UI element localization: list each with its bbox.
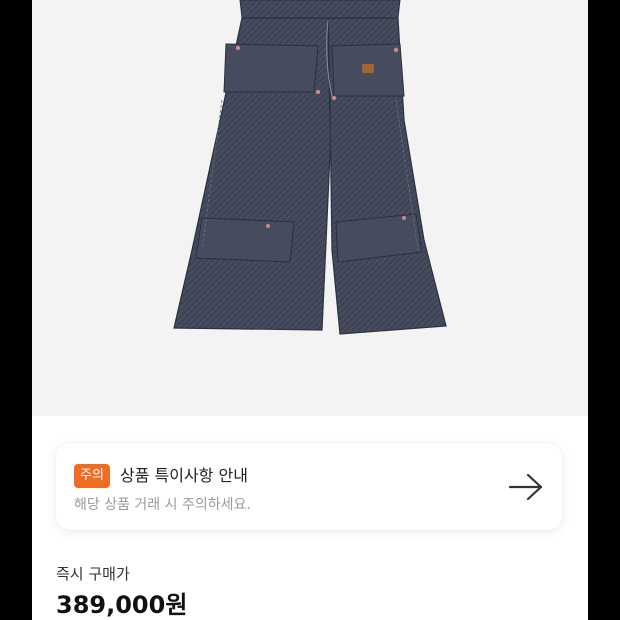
denim-pants-illustration [173,0,447,335]
instant-buy-price-label: 즉시 구매가 [56,565,130,583]
instant-buy-price-value: 389,000원 [56,591,188,619]
notice-title: 상품 특이사항 안내 [120,466,248,485]
arrow-right-icon[interactable] [508,472,544,502]
notice-description: 해당 상품 거래 시 주의하세요. [74,497,251,513]
product-image[interactable] [32,0,588,416]
caution-badge: 주의 [74,464,110,488]
product-detail-screen: 주의 상품 특이사항 안내 해당 상품 거래 시 주의하세요. 즉시 구매가 3… [32,0,588,620]
notice-card[interactable]: 주의 상품 특이사항 안내 해당 상품 거래 시 주의하세요. [56,443,562,530]
